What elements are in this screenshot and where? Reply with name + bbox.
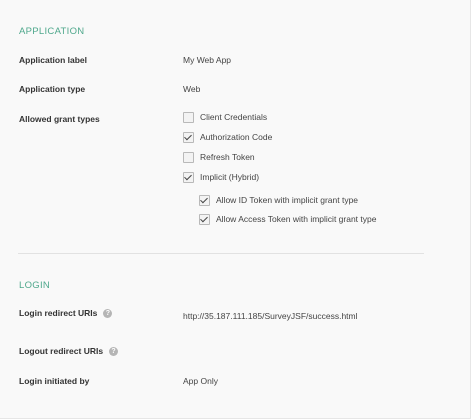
allow-id-token-option[interactable]: Allow ID Token with implicit grant type <box>199 194 358 206</box>
login-redirect-help-icon[interactable]: ? <box>103 309 113 319</box>
grant-implicit-hybrid[interactable]: Implicit (Hybrid) <box>183 171 259 183</box>
app-settings-panel: APPLICATION Application label My Web App… <box>0 0 471 419</box>
authorization-code-label: Authorization Code <box>200 132 273 142</box>
application-type-value: Web <box>183 84 201 94</box>
grant-client-credentials[interactable]: Client Credentials <box>183 111 267 123</box>
client-credentials-checkbox[interactable] <box>183 111 194 123</box>
allow-access-token-option[interactable]: Allow Access Token with implicit grant t… <box>199 213 376 225</box>
logout-redirect-label-text: Logout redirect URIs <box>19 346 104 356</box>
implicit-hybrid-label: Implicit (Hybrid) <box>200 172 260 182</box>
allow-access-token-label: Allow Access Token with implicit grant t… <box>216 214 377 224</box>
login-redirect-label-text: Login redirect URIs <box>19 308 98 318</box>
application-label-value: My Web App <box>183 55 232 65</box>
allow-id-token-checkbox[interactable] <box>199 194 210 206</box>
client-credentials-label: Client Credentials <box>200 112 268 122</box>
login-redirect-label: Login redirect URIs? <box>19 308 113 319</box>
logout-redirect-label: Logout redirect URIs? <box>19 346 119 357</box>
allow-id-token-label: Allow ID Token with implicit grant type <box>216 195 359 205</box>
login-section-title: LOGIN <box>19 280 51 291</box>
login-initiated-value: App Only <box>183 376 218 386</box>
logout-redirect-help-icon[interactable]: ? <box>109 347 119 357</box>
refresh-token-label: Refresh Token <box>200 152 255 162</box>
application-type-label: Application type <box>19 84 86 94</box>
section-divider <box>18 253 424 254</box>
implicit-hybrid-checkbox[interactable] <box>183 171 194 183</box>
login-initiated-label: Login initiated by <box>19 376 90 386</box>
application-label-label: Application label <box>19 55 88 65</box>
grant-authorization-code[interactable]: Authorization Code <box>183 131 272 143</box>
grant-types-label: Allowed grant types <box>19 114 100 124</box>
authorization-code-checkbox[interactable] <box>183 131 194 143</box>
allow-access-token-checkbox[interactable] <box>199 213 210 225</box>
login-redirect-value: http://35.187.111.185/SurveyJSF/success.… <box>183 311 358 321</box>
refresh-token-checkbox[interactable] <box>183 151 194 163</box>
application-section-title: APPLICATION <box>19 26 85 37</box>
grant-refresh-token[interactable]: Refresh Token <box>183 151 255 163</box>
